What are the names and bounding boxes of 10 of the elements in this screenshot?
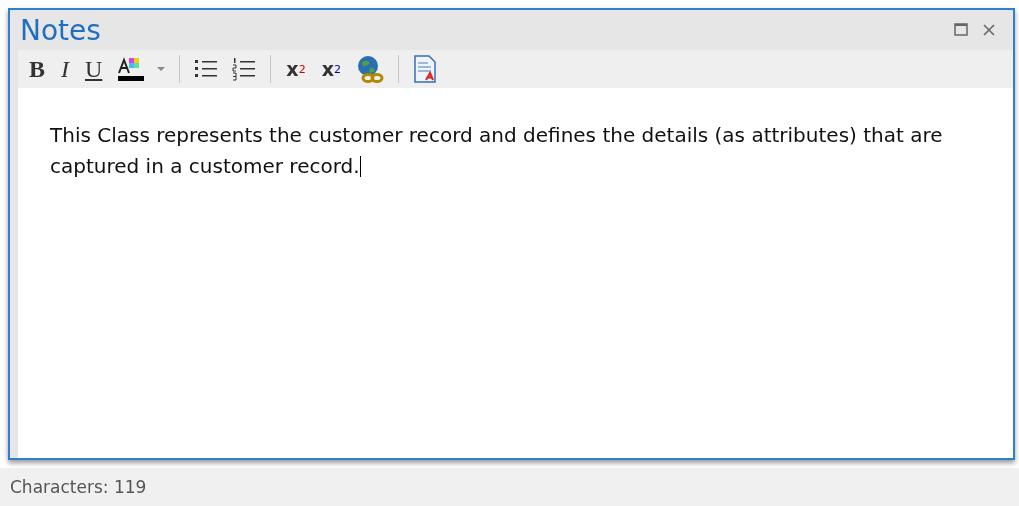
bold-button[interactable]: B — [24, 53, 50, 85]
superscript-button[interactable]: x$^{2}$ — [281, 56, 311, 82]
italic-button[interactable]: I — [56, 53, 74, 85]
underline-button[interactable]: U — [80, 53, 108, 85]
notes-editor[interactable]: This Class represents the customer record and defines the details (as attributes) that are captured in a customer record. — [18, 88, 1013, 458]
close-icon[interactable] — [981, 22, 997, 38]
character-count: Characters: 119 — [10, 477, 147, 497]
window-title: Notes — [20, 13, 102, 47]
notes-text: This Class represents the customer record and defines the details (as attributes) that are captured in a customer record. — [50, 120, 963, 182]
maximize-icon[interactable] — [953, 22, 969, 38]
